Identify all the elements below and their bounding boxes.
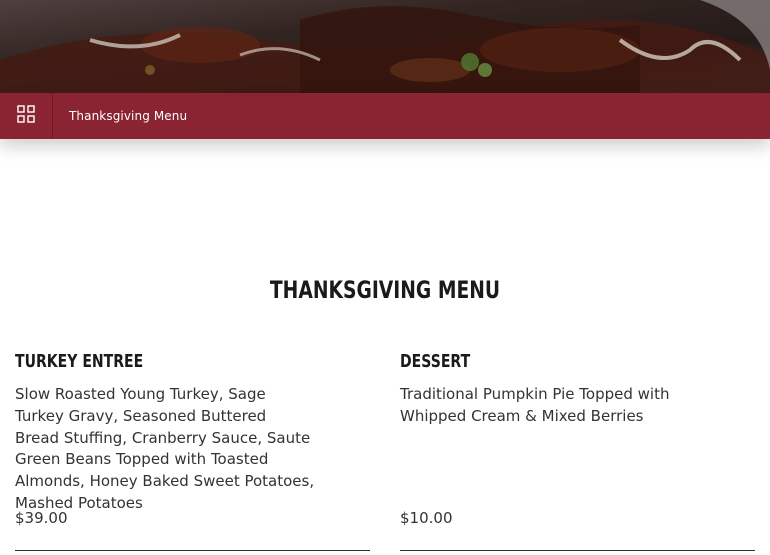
menu-item-price: $39.00 (15, 509, 68, 527)
hero-image (0, 0, 770, 93)
nav-bar: Thanksgiving Menu (0, 93, 770, 139)
menu-item-divider (400, 550, 755, 551)
menu-item-description: Traditional Pumpkin Pie Topped with Whip… (400, 385, 670, 425)
nav-title: Thanksgiving Menu (69, 109, 188, 123)
menu-item-title: DESSERT (400, 351, 471, 372)
menu-item-divider (15, 550, 370, 551)
menu-item-dessert: DESSERT Traditional Pumpkin Pie Topped w… (400, 349, 755, 551)
menu-item-title: TURKEY ENTREE (15, 351, 144, 372)
menu-toggle-button[interactable] (0, 93, 53, 139)
menu-item-description: Slow Roasted Young Turkey, Sage Turkey G… (15, 385, 315, 512)
menu-item-price: $10.00 (400, 509, 453, 527)
grid-icon (17, 105, 35, 127)
page: Thanksgiving Menu THANKSGIVING MENU TURK… (0, 0, 770, 555)
menu-item-turkey-entree: TURKEY ENTREE Slow Roasted Young Turkey,… (15, 349, 370, 551)
menu-heading: THANKSGIVING MENU (269, 276, 501, 304)
